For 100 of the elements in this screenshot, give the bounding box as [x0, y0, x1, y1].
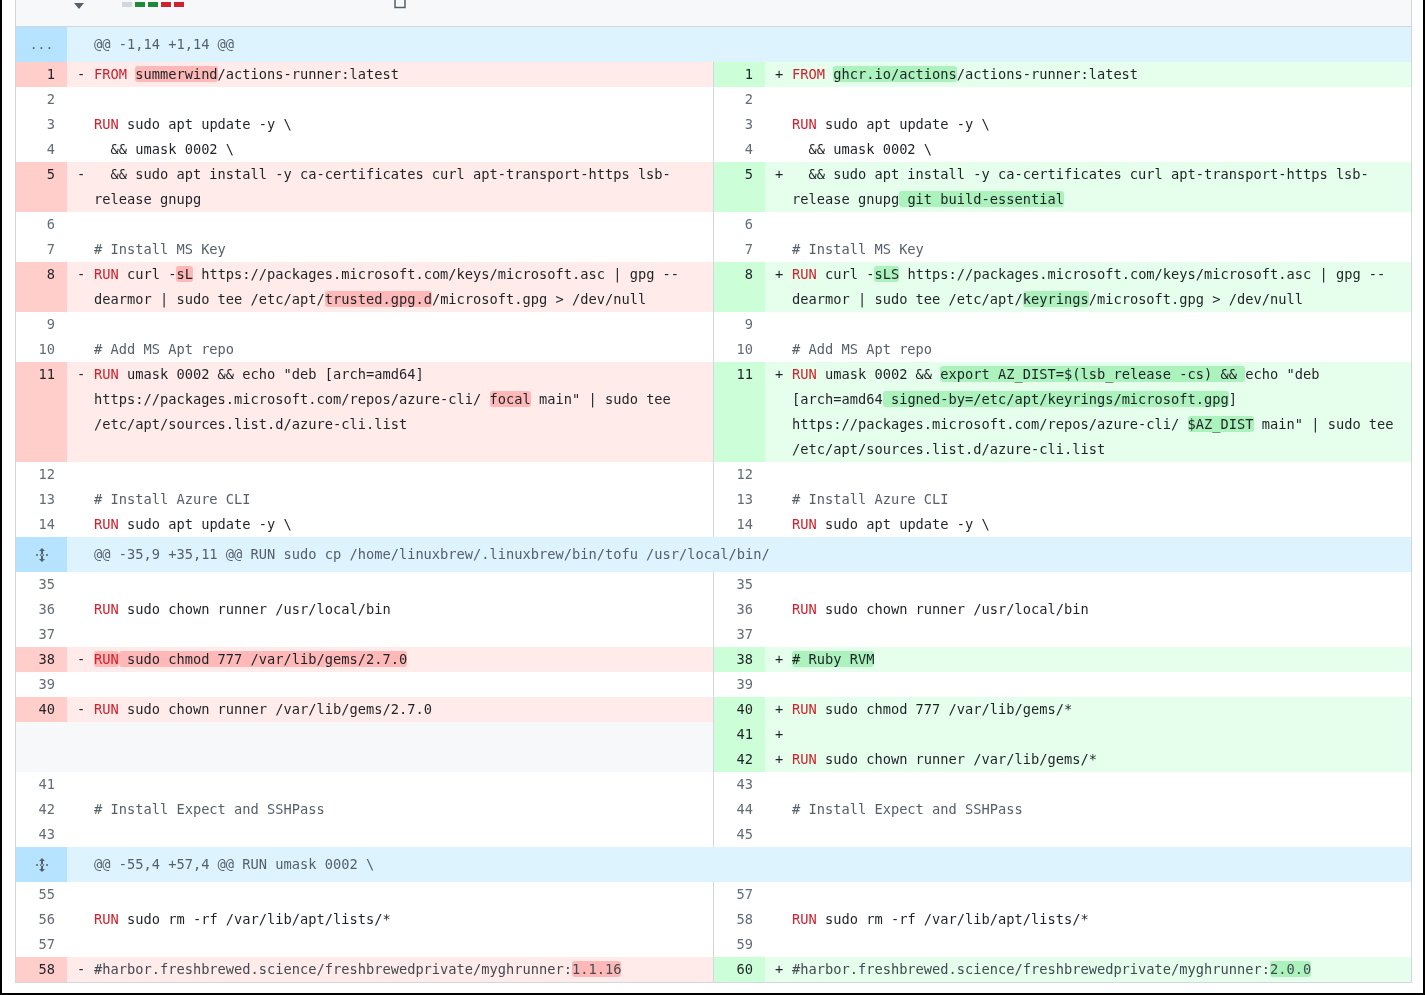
code-line: RUN sudo rm -rf /var/lib/apt/lists/*	[792, 910, 1089, 929]
line-number: 40	[714, 697, 765, 722]
line-number: 1	[714, 62, 765, 87]
diff-sign: -	[76, 700, 87, 719]
line-number: 58	[16, 957, 67, 982]
code-line: # Install MS Key	[792, 240, 924, 259]
line-number: 60	[714, 957, 765, 982]
line-number: 2	[743, 90, 754, 109]
line-number: 39	[735, 675, 754, 694]
code-line: RUN curl -sLS https://packages.microsoft.com/keys/microsoft.asc | gpg --dearmor | sudo tee /etc/apt/keyrings/microsoft.gpg > /dev/null	[792, 265, 1387, 310]
code-line: RUN sudo chmod 777 /var/lib/gems/2.7.0	[94, 650, 408, 669]
line-number: 35	[735, 575, 754, 594]
line-number: 44	[735, 800, 754, 819]
code-line: FROM ghcr.io/actions/actions-runner:latest	[792, 65, 1139, 84]
line-number: 57	[37, 935, 56, 954]
code-line: RUN sudo chown runner /var/lib/gems/*	[792, 750, 1097, 769]
code-line: # Install MS Key	[94, 240, 226, 259]
hunk-header-text: @@ -55,4 +57,4 @@ RUN umask 0002 \	[93, 855, 375, 874]
diff-sign: +	[774, 960, 785, 979]
code-line: RUN sudo chown runner /var/lib/gems/2.7.0	[94, 700, 432, 719]
line-number: 3	[45, 115, 56, 134]
line-number: 37	[37, 625, 56, 644]
code-line: # Install Azure CLI	[792, 490, 949, 509]
code-line: RUN sudo apt update -y \	[94, 515, 292, 534]
line-number: 36	[37, 600, 56, 619]
line-number: 35	[37, 575, 56, 594]
line-number: 43	[37, 825, 56, 844]
code-line: # Add MS Apt repo	[94, 340, 235, 359]
diff-sign: +	[774, 750, 785, 769]
diff-sign: +	[774, 725, 785, 744]
line-number: 42	[714, 747, 765, 772]
diff-sign: +	[774, 700, 785, 719]
line-number: 6	[45, 215, 56, 234]
line-number: 7	[45, 240, 56, 259]
code-line: # Install Expect and SSHPass	[94, 800, 325, 819]
line-number: 14	[37, 515, 56, 534]
code-line: RUN sudo rm -rf /var/lib/apt/lists/*	[94, 910, 391, 929]
expand-icon[interactable]	[33, 856, 50, 873]
code-line: RUN sudo chown runner /usr/local/bin	[792, 600, 1089, 619]
diff-sign: -	[76, 365, 87, 384]
line-number: 1	[16, 62, 67, 87]
expand-icon[interactable]	[33, 546, 50, 563]
line-number: 11	[16, 362, 67, 462]
line-number: 11	[714, 362, 765, 462]
code-line: RUN sudo apt update -y \	[792, 115, 990, 134]
line-number: 56	[37, 910, 56, 929]
code-line: # Install Azure CLI	[94, 490, 251, 509]
line-number: 3	[743, 115, 754, 134]
line-number: 57	[735, 885, 754, 904]
line-number: 2	[45, 90, 56, 109]
code-line: RUN sudo apt update -y \	[94, 115, 292, 134]
line-number: 6	[743, 215, 754, 234]
line-number: 13	[735, 490, 754, 509]
copy-icon[interactable]	[394, 0, 406, 9]
line-number: 58	[735, 910, 754, 929]
line-number: 8	[714, 262, 765, 312]
diff-sign: -	[76, 65, 87, 84]
line-number: 10	[735, 340, 754, 359]
diff-sign: -	[76, 265, 87, 284]
code-line: #harbor.freshbrewed.science/freshbrewedprivate/myghrunner:1.1.16	[94, 960, 622, 979]
code-line: RUN curl -sL https://packages.microsoft.com/keys/microsoft.asc | gpg --dearmor | sudo tee /etc/apt/trusted.gpg.d/microsoft.gpg > /dev/null	[94, 265, 681, 310]
diff-sign: +	[774, 265, 785, 284]
code-line: && umask 0002 \	[109, 140, 235, 159]
code-line: RUN sudo chown runner /usr/local/bin	[94, 600, 391, 619]
line-number: 39	[37, 675, 56, 694]
line-number: 59	[735, 935, 754, 954]
line-number: 41	[37, 775, 56, 794]
code-line: FROM summerwind/actions-runner:latest	[94, 65, 399, 84]
line-number: 12	[735, 465, 754, 484]
code-line: #harbor.freshbrewed.science/freshbrewedprivate/myghrunner:2.0.0	[792, 960, 1312, 979]
diff-sign: +	[774, 650, 785, 669]
line-number: 38	[714, 647, 765, 672]
code-line: RUN umask 0002 && echo "deb [arch=amd64] https://packages.microsoft.com/repos/azure-cli/ focal main" | sudo tee /etc/apt/sources.list.d/azure-cli.list	[94, 365, 672, 434]
line-number: 40	[16, 697, 67, 722]
line-number: 37	[735, 625, 754, 644]
hunk-header-text: @@ -1,14 +1,14 @@	[93, 35, 235, 54]
line-number: 5	[16, 162, 67, 212]
diff-sign: -	[76, 650, 87, 669]
diff-sign: +	[774, 65, 785, 84]
line-number: 4	[743, 140, 754, 159]
line-number: 12	[37, 465, 56, 484]
line-number: 4	[45, 140, 56, 159]
line-number: 9	[45, 315, 56, 334]
line-number: 13	[37, 490, 56, 509]
line-number: 45	[735, 825, 754, 844]
line-number: 5	[714, 162, 765, 212]
hunk-gutter[interactable]: ...	[16, 27, 67, 62]
diff-sign: -	[76, 165, 87, 184]
code-line: RUN umask 0002 && export AZ_DIST=$(lsb_release -cs) && echo "deb [arch=amd64 signed-by=/etc/apt/keyrings/microsoft.gpg] https://packages.microsoft.com/repos/azure-cli/ $AZ_DIST main" | sudo tee /etc/apt/sources.list.d/azure-cli.list	[792, 365, 1395, 459]
code-line: RUN sudo apt update -y \	[792, 515, 990, 534]
line-number: 55	[37, 885, 56, 904]
caret-icon[interactable]	[74, 3, 84, 9]
line-number: 8	[16, 262, 67, 312]
code-line: # Install Expect and SSHPass	[792, 800, 1023, 819]
line-number: 10	[37, 340, 56, 359]
code-line: # Add MS Apt repo	[792, 340, 933, 359]
line-number: 9	[743, 315, 754, 334]
code-line: && sudo apt install -y ca-certificates curl apt-transport-https lsb-release gnupg	[94, 165, 672, 209]
line-number: 36	[735, 600, 754, 619]
hunk-header-text: @@ -35,9 +35,11 @@ RUN sudo cp /home/linuxbrew/.linuxbrew/bin/tofu /usr/local/bin/	[93, 545, 770, 564]
